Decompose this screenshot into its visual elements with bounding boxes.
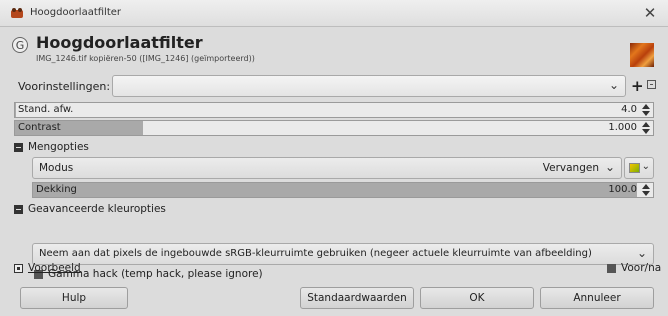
std-dev-label: Stand. afw. (18, 104, 74, 115)
spin-arrows-icon[interactable] (641, 104, 651, 116)
std-dev-spinscale[interactable]: Stand. afw. 4.0 (14, 102, 654, 118)
dialog-header: G Hoogdoorlaatfilter IMG_1246.tif kopiër… (0, 27, 668, 71)
chevron-down-icon: ⌄ (636, 246, 647, 260)
image-thumbnail (630, 43, 654, 67)
window-title: Hoogdoorlaatfilter (30, 7, 122, 18)
image-subtitle: IMG_1246.tif kopiëren-50 ([IMG_1246] (ge… (36, 54, 255, 63)
gimp-logo-icon: G (12, 37, 28, 53)
dialog-window: Hoogdoorlaatfilter ✕ G Hoogdoorlaatfilte… (0, 0, 668, 316)
menu-icon[interactable] (647, 80, 656, 89)
filter-title: Hoogdoorlaatfilter (36, 33, 203, 52)
spin-arrows-icon[interactable] (641, 122, 651, 134)
std-dev-fill (15, 103, 16, 117)
mode-dropdown[interactable]: Modus Vervangen ⌄ (32, 157, 622, 179)
preview-label[interactable]: Voorbeeld (28, 262, 81, 274)
gimp-app-icon (11, 8, 23, 18)
chevron-down-icon: ⌄ (608, 78, 619, 92)
preview-row: Voorbeeld Voor/na (14, 262, 664, 278)
opacity-label: Dekking (36, 184, 77, 195)
chevron-down-icon: ⌄ (604, 160, 615, 174)
mode-row: Modus Vervangen ⌄ ⌄ (0, 157, 668, 179)
chevron-down-icon: ⌄ (641, 161, 650, 172)
title-bar: Hoogdoorlaatfilter ✕ (0, 0, 668, 27)
std-dev-value: 4.0 (621, 104, 637, 115)
opacity-fill (33, 183, 637, 197)
ok-button[interactable]: OK (420, 287, 534, 309)
contrast-value: 1.000 (608, 122, 637, 133)
colorspace-option: Neem aan dat pixels de ingebouwde sRGB-k… (39, 248, 592, 259)
contrast-spinscale[interactable]: Contrast 1.000 (14, 120, 654, 136)
split-view-checkbox[interactable] (607, 264, 616, 273)
presets-row: Voorinstellingen: ⌄ + (0, 75, 668, 99)
presets-dropdown[interactable]: ⌄ (112, 75, 626, 97)
collapse-icon (14, 143, 23, 152)
mode-value: Vervangen (542, 162, 599, 174)
presets-label: Voorinstellingen: (18, 80, 111, 93)
advanced-color-options-label: Geavanceerde kleuropties (28, 203, 166, 215)
contrast-label: Contrast (18, 122, 61, 133)
cancel-button[interactable]: Annuleer (540, 287, 654, 309)
color-swatch-icon (629, 163, 640, 173)
preview-checkbox[interactable] (14, 264, 23, 273)
mode-label: Modus (39, 162, 74, 174)
defaults-button[interactable]: Standaardwaarden (300, 287, 414, 309)
blending-options-label: Mengopties (28, 141, 89, 153)
opacity-spinscale[interactable]: Dekking 100.0 (32, 182, 654, 198)
split-view-label[interactable]: Voor/na (621, 262, 661, 274)
opacity-value: 100.0 (608, 184, 637, 195)
spin-arrows-icon[interactable] (641, 184, 651, 196)
help-button[interactable]: Hulp (20, 287, 128, 309)
plus-icon[interactable]: + (631, 77, 644, 95)
composite-mode-button[interactable]: ⌄ (624, 157, 654, 179)
collapse-icon (14, 205, 23, 214)
close-icon[interactable]: ✕ (642, 3, 658, 23)
